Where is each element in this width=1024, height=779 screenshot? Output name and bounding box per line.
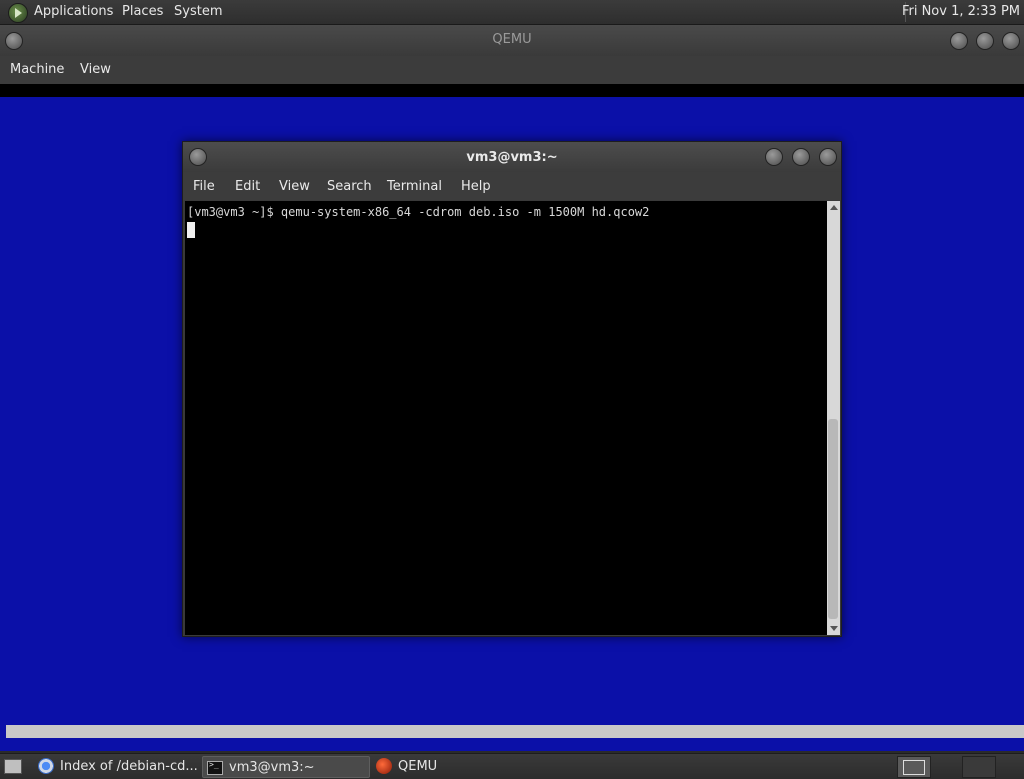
places-menu[interactable]: Places [122, 4, 163, 19]
terminal-menu-edit[interactable]: Edit [235, 179, 260, 194]
bottom-panel: Index of /debian-cd... vm3@vm3:~ QEMU [0, 753, 1024, 779]
terminal-icon [207, 760, 223, 775]
applications-logo-icon[interactable] [8, 3, 28, 23]
qemu-close-button[interactable] [1002, 32, 1020, 50]
terminal-output[interactable]: [vm3@vm3 ~]$ qemu-system-x86_64 -cdrom d… [185, 201, 827, 635]
terminal-close-button[interactable] [819, 148, 837, 166]
taskbar-item-browser[interactable]: Index of /debian-cd... [34, 756, 198, 776]
terminal-menu-search[interactable]: Search [327, 179, 372, 194]
terminal-menubar: File Edit View Search Terminal Help [183, 172, 841, 200]
system-menu[interactable]: System [174, 4, 222, 19]
terminal-menu-file[interactable]: File [193, 179, 215, 194]
terminal-titlebar[interactable]: vm3@vm3:~ [183, 142, 841, 172]
qemu-minimize-button[interactable] [950, 32, 968, 50]
qemu-menu-machine[interactable]: Machine [10, 62, 64, 77]
show-desktop-icon[interactable] [4, 759, 22, 774]
qemu-menubar: Machine View [0, 56, 1024, 84]
terminal-cursor [187, 222, 195, 238]
clock[interactable]: Fri Nov 1, 2:33 PM [902, 4, 1020, 19]
terminal-maximize-button[interactable] [792, 148, 810, 166]
qemu-menu-view[interactable]: View [80, 62, 111, 77]
applications-menu[interactable]: Applications [34, 4, 113, 19]
qemu-maximize-button[interactable] [976, 32, 994, 50]
qemu-window-title: QEMU [492, 32, 532, 47]
scrollbar-thumb[interactable] [828, 419, 838, 619]
terminal-window[interactable]: vm3@vm3:~ File Edit View Search Terminal… [182, 141, 842, 637]
taskbar-item-label: Index of /debian-cd... [60, 759, 198, 774]
workspace-switcher-1[interactable] [897, 756, 931, 778]
taskbar-item-qemu[interactable]: QEMU [372, 756, 536, 776]
terminal-title: vm3@vm3:~ [466, 150, 558, 165]
qemu-display-border [0, 84, 1024, 97]
terminal-menu-help[interactable]: Help [461, 179, 491, 194]
terminal-scrollbar[interactable] [827, 201, 840, 635]
scroll-down-arrow-icon[interactable] [830, 626, 838, 631]
taskbar-item-label: vm3@vm3:~ [229, 760, 315, 775]
qemu-icon [376, 758, 392, 774]
chrome-icon [38, 758, 54, 774]
taskbar-item-label: QEMU [398, 759, 438, 774]
qemu-statusbar [6, 725, 1024, 738]
terminal-menu-view[interactable]: View [279, 179, 310, 194]
qemu-titlebar[interactable]: QEMU [0, 25, 1024, 56]
terminal-command-line: [vm3@vm3 ~]$ qemu-system-x86_64 -cdrom d… [187, 205, 650, 219]
terminal-minimize-button[interactable] [765, 148, 783, 166]
top-panel: Applications Places System Fri Nov 1, 2:… [0, 0, 1024, 25]
scroll-up-arrow-icon[interactable] [830, 205, 838, 210]
taskbar-item-terminal[interactable]: vm3@vm3:~ [202, 756, 370, 778]
workspace-switcher-2[interactable] [962, 756, 996, 778]
terminal-menu-terminal[interactable]: Terminal [387, 179, 442, 194]
